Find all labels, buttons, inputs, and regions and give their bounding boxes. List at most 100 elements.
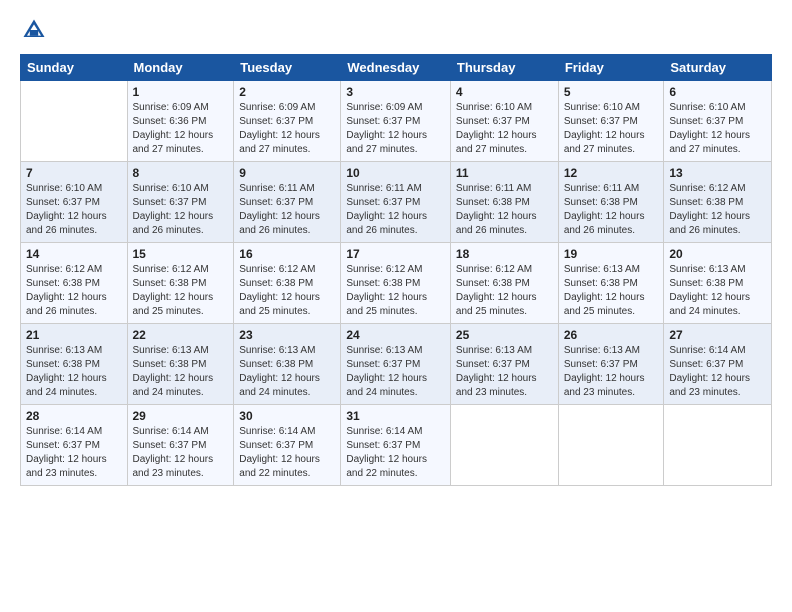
calendar-cell: 21Sunrise: 6:13 AM Sunset: 6:38 PM Dayli…: [21, 324, 128, 405]
calendar-cell: [450, 405, 558, 486]
day-number: 5: [564, 85, 659, 99]
calendar-cell: 17 Sunrise: 6:12 AM Sunset: 6:38 PM Dayli…: [341, 243, 451, 324]
weekday-header-friday: Friday: [558, 55, 664, 81]
day-info: Sunrise: 6:13 AM Sunset: 6:38 PM Dayligh…: [564, 263, 659, 319]
calendar-cell: 31 Sunrise: 6:14 AM Sunset: 6:37 PM Dayli…: [341, 405, 451, 486]
day-info: Sunrise: 6:12 AM Sunset: 6:38 PM Dayligh…: [26, 263, 122, 319]
calendar-cell: 3Sunrise: 6:09 AM Sunset: 6:37 PM Daylig…: [341, 81, 451, 162]
day-number: 31: [346, 409, 445, 423]
day-info: Sunrise: 6:13 AM Sunset: 6:37 PM Dayligh…: [346, 344, 445, 400]
weekday-header-wednesday: Wednesday: [341, 55, 451, 81]
day-info: Sunrise: 6:11 AM Sunset: 6:38 PM Dayligh…: [456, 182, 553, 238]
day-info: Sunrise: 6:13 AM Sunset: 6:37 PM Dayligh…: [564, 344, 659, 400]
calendar-cell: [558, 405, 664, 486]
day-number: 25: [456, 328, 553, 342]
day-number: 14: [26, 247, 122, 261]
day-info: Sunrise: 6:10 AM Sunset: 6:37 PM Dayligh…: [456, 101, 553, 157]
calendar-cell: 16 Sunrise: 6:12 AM Sunset: 6:38 PM Dayli…: [234, 243, 341, 324]
day-info: Sunrise: 6:13 AM Sunset: 6:38 PM Dayligh…: [26, 344, 122, 400]
day-info: Sunrise: 6:12 AM Sunset: 6:38 PM Dayligh…: [346, 263, 445, 319]
calendar-cell: 26 Sunrise: 6:13 AM Sunset: 6:37 PM Dayli…: [558, 324, 664, 405]
weekday-header-monday: Monday: [127, 55, 234, 81]
day-info: Sunrise: 6:11 AM Sunset: 6:37 PM Dayligh…: [346, 182, 445, 238]
day-number: 23: [239, 328, 335, 342]
day-info: Sunrise: 6:12 AM Sunset: 6:38 PM Dayligh…: [456, 263, 553, 319]
calendar-cell: 11 Sunrise: 6:11 AM Sunset: 6:38 PM Dayli…: [450, 162, 558, 243]
day-number: 20: [669, 247, 766, 261]
day-number: 6: [669, 85, 766, 99]
day-info: Sunrise: 6:09 AM Sunset: 6:36 PM Dayligh…: [133, 101, 229, 157]
day-number: 4: [456, 85, 553, 99]
day-number: 18: [456, 247, 553, 261]
day-info: Sunrise: 6:12 AM Sunset: 6:38 PM Dayligh…: [133, 263, 229, 319]
day-number: 27: [669, 328, 766, 342]
calendar-cell: 27 Sunrise: 6:14 AM Sunset: 6:37 PM Dayli…: [664, 324, 772, 405]
weekday-header-sunday: Sunday: [21, 55, 128, 81]
weekday-header-saturday: Saturday: [664, 55, 772, 81]
day-number: 28: [26, 409, 122, 423]
day-info: Sunrise: 6:13 AM Sunset: 6:38 PM Dayligh…: [133, 344, 229, 400]
calendar-table: SundayMondayTuesdayWednesdayThursdayFrid…: [20, 54, 772, 486]
day-number: 29: [133, 409, 229, 423]
day-number: 13: [669, 166, 766, 180]
day-number: 30: [239, 409, 335, 423]
calendar-cell: 25 Sunrise: 6:13 AM Sunset: 6:37 PM Dayli…: [450, 324, 558, 405]
calendar-cell: 23Sunrise: 6:13 AM Sunset: 6:38 PM Dayli…: [234, 324, 341, 405]
day-number: 24: [346, 328, 445, 342]
week-row-4: 21Sunrise: 6:13 AM Sunset: 6:38 PM Dayli…: [21, 324, 772, 405]
day-number: 1: [133, 85, 229, 99]
day-info: Sunrise: 6:10 AM Sunset: 6:37 PM Dayligh…: [26, 182, 122, 238]
day-number: 8: [133, 166, 229, 180]
weekday-header-thursday: Thursday: [450, 55, 558, 81]
calendar-cell: 29Sunrise: 6:14 AM Sunset: 6:37 PM Dayli…: [127, 405, 234, 486]
week-row-5: 28 Sunrise: 6:14 AM Sunset: 6:37 PM Dayli…: [21, 405, 772, 486]
day-info: Sunrise: 6:11 AM Sunset: 6:37 PM Dayligh…: [239, 182, 335, 238]
calendar-cell: 8 Sunrise: 6:10 AM Sunset: 6:37 PM Daylig…: [127, 162, 234, 243]
day-number: 17: [346, 247, 445, 261]
day-info: Sunrise: 6:11 AM Sunset: 6:38 PM Dayligh…: [564, 182, 659, 238]
calendar-cell: 24 Sunrise: 6:13 AM Sunset: 6:37 PM Dayli…: [341, 324, 451, 405]
day-info: Sunrise: 6:14 AM Sunset: 6:37 PM Dayligh…: [26, 425, 122, 481]
day-info: Sunrise: 6:12 AM Sunset: 6:38 PM Dayligh…: [239, 263, 335, 319]
day-number: 3: [346, 85, 445, 99]
calendar-cell: [21, 81, 128, 162]
day-info: Sunrise: 6:10 AM Sunset: 6:37 PM Dayligh…: [133, 182, 229, 238]
day-number: 10: [346, 166, 445, 180]
day-number: 16: [239, 247, 335, 261]
calendar-cell: [664, 405, 772, 486]
calendar-cell: 6Sunrise: 6:10 AM Sunset: 6:37 PM Daylig…: [664, 81, 772, 162]
weekday-header-row: SundayMondayTuesdayWednesdayThursdayFrid…: [21, 55, 772, 81]
calendar-cell: 14 Sunrise: 6:12 AM Sunset: 6:38 PM Dayli…: [21, 243, 128, 324]
day-number: 15: [133, 247, 229, 261]
calendar-cell: 10 Sunrise: 6:11 AM Sunset: 6:37 PM Dayli…: [341, 162, 451, 243]
calendar-cell: 4 Sunrise: 6:10 AM Sunset: 6:37 PM Daylig…: [450, 81, 558, 162]
day-number: 12: [564, 166, 659, 180]
day-info: Sunrise: 6:14 AM Sunset: 6:37 PM Dayligh…: [669, 344, 766, 400]
day-info: Sunrise: 6:13 AM Sunset: 6:37 PM Dayligh…: [456, 344, 553, 400]
calendar-cell: 2Sunrise: 6:09 AM Sunset: 6:37 PM Daylig…: [234, 81, 341, 162]
calendar-cell: 15 Sunrise: 6:12 AM Sunset: 6:38 PM Dayli…: [127, 243, 234, 324]
calendar-cell: 1 Sunrise: 6:09 AM Sunset: 6:36 PM Daylig…: [127, 81, 234, 162]
day-number: 7: [26, 166, 122, 180]
day-number: 22: [133, 328, 229, 342]
calendar-cell: 20 Sunrise: 6:13 AM Sunset: 6:38 PM Dayli…: [664, 243, 772, 324]
calendar-cell: 7 Sunrise: 6:10 AM Sunset: 6:37 PM Daylig…: [21, 162, 128, 243]
calendar-cell: 9 Sunrise: 6:11 AM Sunset: 6:37 PM Daylig…: [234, 162, 341, 243]
day-info: Sunrise: 6:14 AM Sunset: 6:37 PM Dayligh…: [346, 425, 445, 481]
calendar-cell: 30 Sunrise: 6:14 AM Sunset: 6:37 PM Dayli…: [234, 405, 341, 486]
calendar-cell: 13 Sunrise: 6:12 AM Sunset: 6:38 PM Dayli…: [664, 162, 772, 243]
calendar-cell: 22 Sunrise: 6:13 AM Sunset: 6:38 PM Dayli…: [127, 324, 234, 405]
day-number: 11: [456, 166, 553, 180]
day-info: Sunrise: 6:14 AM Sunset: 6:37 PM Dayligh…: [239, 425, 335, 481]
calendar-cell: 18 Sunrise: 6:12 AM Sunset: 6:38 PM Dayli…: [450, 243, 558, 324]
day-number: 26: [564, 328, 659, 342]
week-row-1: 1 Sunrise: 6:09 AM Sunset: 6:36 PM Daylig…: [21, 81, 772, 162]
day-info: Sunrise: 6:12 AM Sunset: 6:38 PM Dayligh…: [669, 182, 766, 238]
calendar-cell: 28 Sunrise: 6:14 AM Sunset: 6:37 PM Dayli…: [21, 405, 128, 486]
calendar-cell: 19Sunrise: 6:13 AM Sunset: 6:38 PM Dayli…: [558, 243, 664, 324]
logo: [20, 16, 52, 44]
logo-icon: [20, 16, 48, 44]
day-info: Sunrise: 6:13 AM Sunset: 6:38 PM Dayligh…: [669, 263, 766, 319]
day-number: 9: [239, 166, 335, 180]
calendar-cell: 5Sunrise: 6:10 AM Sunset: 6:37 PM Daylig…: [558, 81, 664, 162]
